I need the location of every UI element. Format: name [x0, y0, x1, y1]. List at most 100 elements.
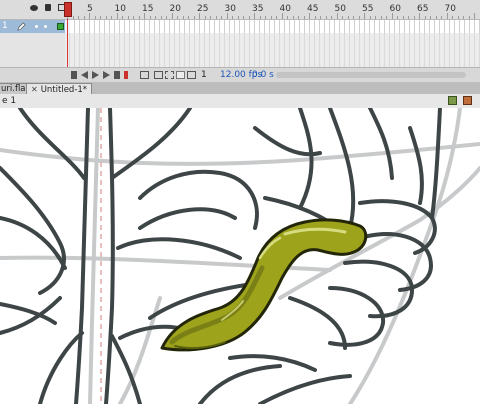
drawing [0, 108, 480, 404]
onion-skin-outlines-button[interactable] [165, 71, 174, 79]
frame-ruler[interactable]: 5 10 15 20 25 30 35 40 45 50 55 60 65 70 [65, 0, 480, 19]
ruler-tick [435, 16, 437, 19]
ruler-tick [188, 16, 189, 19]
stage-canvas[interactable] [0, 108, 480, 404]
close-icon[interactable]: ✕ [31, 85, 38, 94]
ruler-tick [408, 16, 409, 19]
ruler-tick [78, 16, 79, 19]
elapsed-time: 0.0 s [252, 70, 274, 80]
ruler-tick [430, 16, 431, 19]
ruler-tick [210, 16, 211, 19]
eye-icon[interactable] [30, 4, 38, 11]
ruler-tick-label: 10 [114, 4, 126, 14]
lock-icon[interactable] [45, 4, 51, 11]
ruler-tick [243, 16, 244, 19]
ruler-tick [292, 16, 294, 19]
ruler-tick-label: 15 [142, 4, 154, 14]
ruler-tick-label: 5 [87, 4, 93, 14]
edit-multiple-frames-button[interactable] [176, 71, 185, 79]
ruler-tick [72, 16, 74, 19]
olive-brush-stroke[interactable] [160, 218, 368, 352]
ruler-tick [276, 16, 277, 19]
ruler-tick [424, 16, 426, 19]
ruler-tick [265, 16, 266, 19]
ruler-tick-label: 30 [224, 4, 236, 14]
ruler-tick [122, 16, 123, 19]
step-back-button[interactable] [81, 71, 88, 79]
ruler-tick [237, 16, 239, 19]
ruler-tick [314, 16, 316, 19]
ruler-tick-label: 55 [362, 4, 374, 14]
ruler-tick [177, 16, 178, 19]
ruler-tick-label: 65 [417, 4, 429, 14]
ruler-tick-label: 40 [279, 4, 291, 14]
ruler-tick [204, 16, 206, 19]
ruler-tick [325, 16, 327, 19]
empty-frames-area[interactable] [65, 33, 480, 67]
ruler-tick [468, 16, 470, 19]
ruler-tick [347, 16, 349, 19]
modify-markers-button[interactable] [187, 71, 196, 79]
ruler-tick-label: 70 [444, 4, 456, 14]
ruler-tick [457, 16, 459, 19]
play-button[interactable] [92, 71, 99, 79]
last-frame-button[interactable] [114, 71, 120, 79]
ruler-tick-label: 20 [169, 4, 181, 14]
scene-breadcrumb[interactable]: e 1 [2, 96, 16, 106]
ruler-tick [353, 16, 354, 19]
current-frame: 1 [201, 70, 207, 80]
tab-untitled-1[interactable]: ✕ Untitled-1* [26, 83, 93, 95]
layer-toggle-icons [30, 4, 65, 11]
first-frame-button[interactable] [71, 71, 77, 79]
ruler-tick [160, 16, 162, 19]
ruler-tick-label: 25 [197, 4, 209, 14]
ruler-tick [221, 16, 222, 19]
ruler-tick [463, 16, 464, 19]
ruler-tick [182, 16, 184, 19]
ruler-tick [155, 16, 156, 19]
center-frame-button[interactable] [124, 71, 128, 79]
pencil-icon [17, 22, 26, 31]
step-forward-button[interactable] [103, 71, 110, 79]
timeline-header: 5 10 15 20 25 30 35 40 45 50 55 60 65 70 [0, 0, 480, 20]
ruler-tick [100, 16, 101, 19]
ruler-tick [270, 16, 272, 19]
ruler-tick [298, 16, 299, 19]
layer-frames[interactable] [65, 20, 480, 33]
ruler-tick [441, 16, 442, 19]
ruler-tick [397, 16, 398, 19]
lock-dot[interactable] [44, 25, 47, 28]
timeline-scrollbar[interactable] [276, 72, 466, 78]
layer-name[interactable]: 1 [2, 21, 8, 31]
ruler-tick [380, 16, 382, 19]
edit-symbol-icon[interactable] [463, 96, 472, 105]
ruler-tick-label: 50 [334, 4, 346, 14]
ruler-tick [111, 16, 112, 19]
edit-scene-icon[interactable] [448, 96, 457, 105]
ruler-tick [105, 16, 107, 19]
outline-color-swatch[interactable] [57, 23, 64, 30]
ruler-tick [83, 16, 85, 19]
timeline-panel: 5 10 15 20 25 30 35 40 45 50 55 60 65 70 1 1 12.00 fp… [0, 0, 480, 83]
ruler-tick [402, 16, 404, 19]
ruler-tick [127, 16, 129, 19]
ruler-tick [386, 16, 387, 19]
ruler-tick [166, 16, 167, 19]
ruler-tick [193, 16, 195, 19]
ruler-tick-label: 60 [389, 4, 401, 14]
ruler-tick [94, 16, 96, 19]
edit-bar: e 1 [0, 94, 480, 109]
ruler-tick [215, 16, 217, 19]
ruler-tick [248, 16, 250, 19]
ruler-tick [232, 16, 233, 19]
ruler-tick [452, 16, 453, 19]
ruler-tick-label: 45 [307, 4, 319, 14]
onion-skin-button[interactable] [154, 71, 163, 79]
ruler-tick [342, 16, 343, 19]
visibility-dot[interactable] [35, 25, 38, 28]
ruler-tick [320, 16, 321, 19]
playhead[interactable] [64, 2, 72, 17]
ruler-tick [303, 16, 305, 19]
ruler-tick [287, 16, 288, 19]
loop-button[interactable] [140, 71, 149, 79]
